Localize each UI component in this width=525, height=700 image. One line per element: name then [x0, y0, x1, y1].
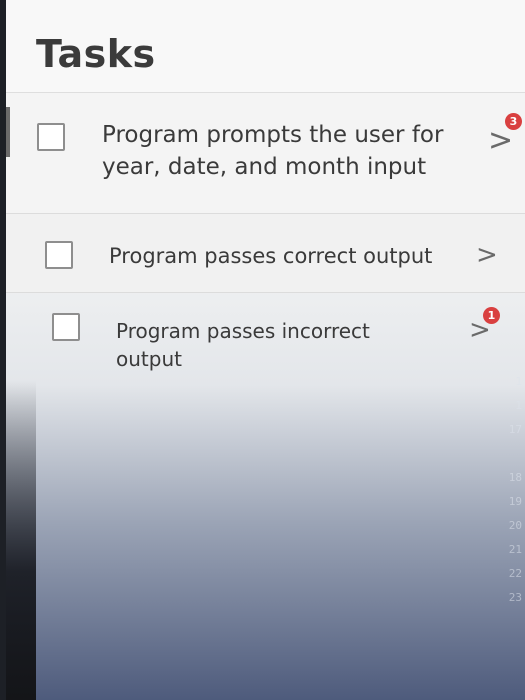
- line-number: 23: [508, 591, 522, 604]
- line-number: 21: [508, 543, 522, 556]
- line-number: 17: [508, 423, 522, 436]
- task-label: Program passes correct output: [109, 244, 433, 268]
- chevron-right-icon[interactable]: >: [476, 240, 498, 270]
- selected-indicator: [6, 107, 10, 157]
- task-checkbox[interactable]: [45, 241, 73, 269]
- line-number: 20: [508, 519, 522, 532]
- tasks-header: Tasks: [6, 0, 525, 93]
- task-row-correct-output[interactable]: Program passes correct output >: [6, 214, 525, 293]
- task-row-incorrect-output[interactable]: Program passes incorrect output > 1: [6, 293, 525, 393]
- error-count-badge: 3: [505, 113, 522, 130]
- background-shadow: [6, 380, 36, 700]
- task-checkbox[interactable]: [52, 313, 80, 341]
- line-number: 18: [508, 471, 522, 484]
- line-number: 1: [515, 399, 522, 412]
- line-number: 19: [508, 495, 522, 508]
- error-count-badge: 1: [483, 307, 500, 324]
- line-number: 22: [508, 567, 522, 580]
- line-number: 1: [515, 375, 522, 388]
- task-checkbox[interactable]: [37, 123, 65, 151]
- task-row-prompts-user[interactable]: Program prompts the user for year, date,…: [6, 93, 525, 214]
- tasks-panel: Tasks Program prompts the user for year,…: [6, 0, 525, 700]
- line-number: [485, 442, 525, 466]
- task-label: Program prompts the user for year, date,…: [102, 122, 444, 181]
- task-label: Program passes incorrect output: [116, 319, 370, 371]
- editor-line-numbers: 1 1 17 18 19 20 21 22 23: [485, 370, 525, 610]
- panel-title: Tasks: [36, 32, 156, 76]
